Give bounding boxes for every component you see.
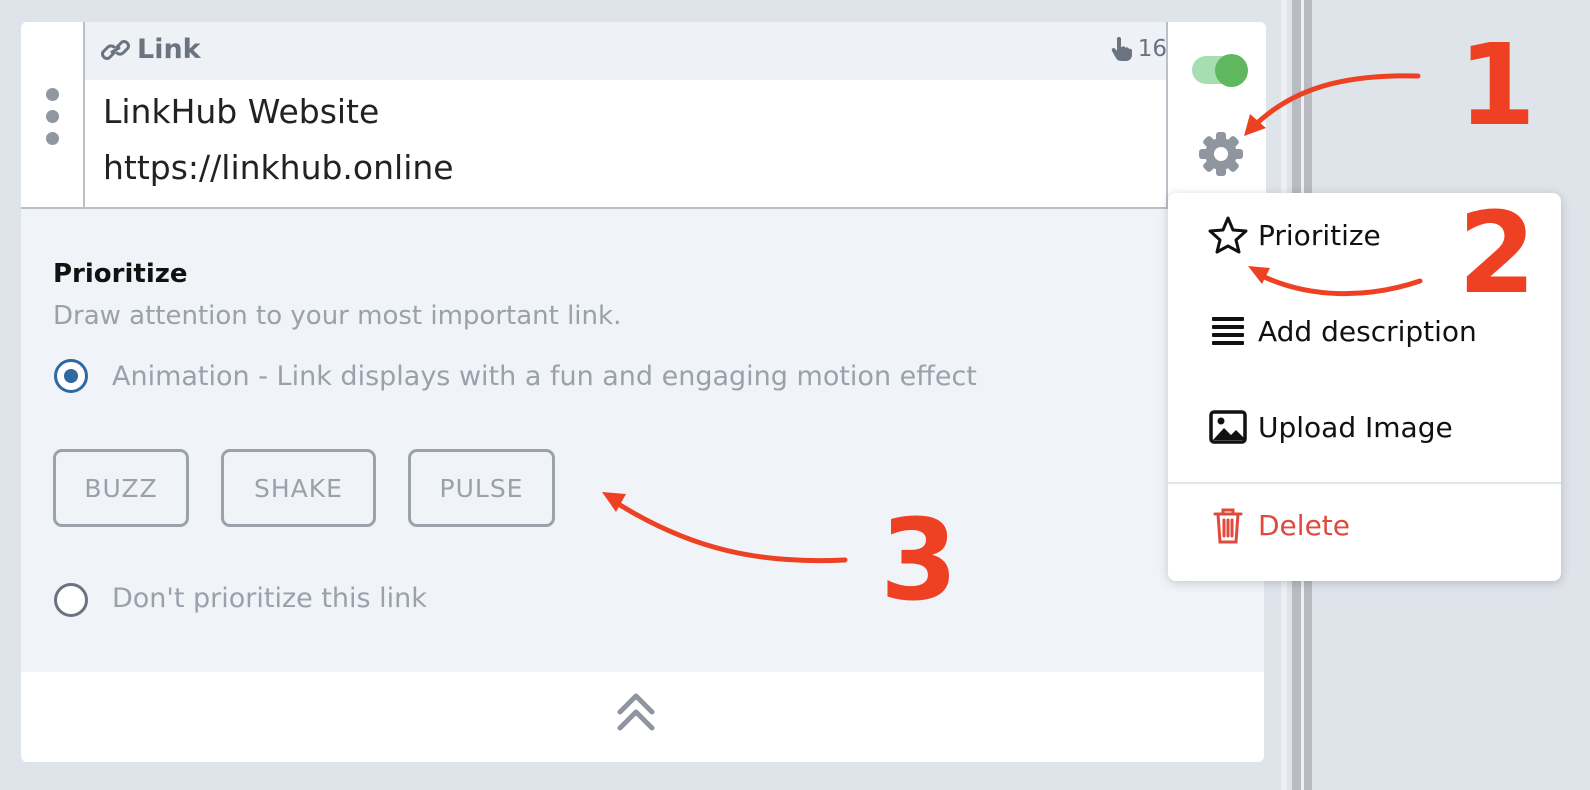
lines-icon xyxy=(1212,317,1244,345)
link-url-field[interactable]: https://linkhub.online xyxy=(103,148,454,187)
trash-icon xyxy=(1213,508,1243,544)
gear-icon[interactable] xyxy=(1197,130,1245,178)
link-type-text: Link xyxy=(137,34,201,65)
link-header: Link 16 xyxy=(85,22,1185,80)
click-count: 16 xyxy=(1110,36,1167,62)
menu-item-label: Add description xyxy=(1258,314,1477,348)
buzz-button[interactable]: BUZZ xyxy=(53,449,189,527)
menu-item-label: Delete xyxy=(1258,508,1350,542)
menu-item-label: Upload Image xyxy=(1258,410,1453,444)
no-priority-radio-label[interactable]: Don't prioritize this link xyxy=(112,583,427,614)
prioritize-heading: Prioritize xyxy=(53,259,188,289)
collapse-chevron-icon[interactable] xyxy=(616,690,656,734)
animation-radio[interactable] xyxy=(54,359,88,393)
menu-item-prioritize[interactable]: Prioritize xyxy=(1208,215,1381,255)
shake-button[interactable]: SHAKE xyxy=(221,449,376,527)
toggle-knob xyxy=(1215,54,1248,87)
click-count-value: 16 xyxy=(1137,36,1167,62)
pulse-button[interactable]: PULSE xyxy=(408,449,555,527)
star-outline-icon xyxy=(1208,216,1248,254)
link-title-field[interactable]: LinkHub Website xyxy=(103,92,379,131)
link-actions-column xyxy=(1166,22,1266,208)
link-card: Link 16 LinkHub Website https://linkhub.… xyxy=(21,22,1266,762)
annotation-number-1: 1 xyxy=(1458,21,1536,151)
prioritize-description: Draw attention to your most important li… xyxy=(53,301,622,331)
menu-item-upload-image[interactable]: Upload Image xyxy=(1208,407,1453,447)
animation-radio-label[interactable]: Animation - Link displays with a fun and… xyxy=(112,361,977,392)
drag-handle-icon[interactable] xyxy=(46,88,59,154)
annotation-number-2: 2 xyxy=(1458,189,1536,319)
menu-item-label: Prioritize xyxy=(1258,218,1381,252)
menu-separator xyxy=(1168,482,1561,484)
menu-item-add-description[interactable]: Add description xyxy=(1208,311,1477,351)
annotation-number-3: 3 xyxy=(880,496,958,626)
prioritize-panel: Prioritize Draw attention to your most i… xyxy=(21,209,1264,672)
image-icon xyxy=(1209,410,1247,444)
link-enabled-toggle[interactable] xyxy=(1192,54,1248,87)
menu-item-delete[interactable]: Delete xyxy=(1208,505,1350,545)
no-priority-radio[interactable] xyxy=(54,583,88,617)
pointer-hand-icon xyxy=(1111,37,1132,61)
drag-handle-column xyxy=(21,22,85,208)
link-chain-icon xyxy=(101,39,130,60)
link-type-label: Link xyxy=(101,34,201,65)
